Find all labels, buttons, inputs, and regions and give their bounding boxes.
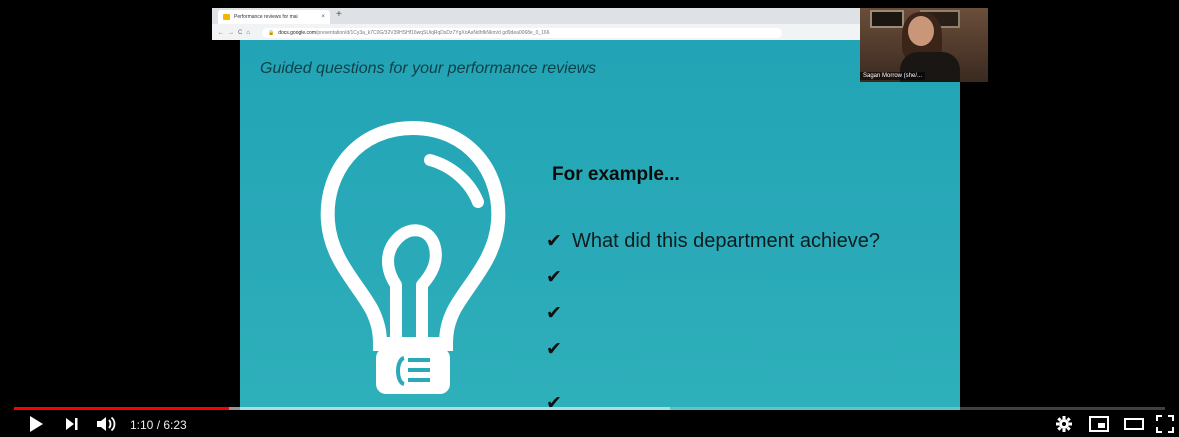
new-tab-icon: + xyxy=(336,9,342,20)
check-icon: ✔ xyxy=(546,339,562,360)
tab-close-icon: × xyxy=(321,14,325,20)
lock-icon: 🔒 xyxy=(267,29,275,36)
browser-window-chrome: Performance reviews for mai × + ←→C⌂ 🔒 d… xyxy=(212,8,860,40)
theater-mode-icon[interactable] xyxy=(1124,415,1144,433)
slides-favicon-icon xyxy=(223,14,230,20)
presentation-slide: Guided questions for your performance re… xyxy=(240,40,960,410)
question-item: What did this department achieve? xyxy=(572,230,880,252)
play-icon[interactable] xyxy=(28,415,44,433)
presenter-name: Sagan Morrow (she/... xyxy=(860,72,926,80)
miniplayer-icon[interactable] xyxy=(1089,415,1109,433)
next-icon[interactable] xyxy=(64,415,80,433)
video-player[interactable]: Performance reviews for mai × + ←→C⌂ 🔒 d… xyxy=(0,0,1179,437)
example-heading: For example... xyxy=(552,164,680,185)
wall-picture xyxy=(870,10,904,28)
address-domain: docs.google.com xyxy=(278,29,317,36)
fullscreen-icon[interactable] xyxy=(1156,415,1174,433)
check-icon: ✔ xyxy=(546,303,562,324)
time-display: 1:10 / 6:23 xyxy=(130,418,187,432)
tab-strip: Performance reviews for mai × + xyxy=(212,8,860,24)
tab-title: Performance reviews for mai xyxy=(234,14,298,20)
presenter-face xyxy=(908,16,934,46)
check-icon: ✔ xyxy=(546,231,562,252)
address-path: /presentation/d/1Cy3a_k7C0G/32V39HSHf16w… xyxy=(316,29,550,36)
address-bar: 🔒 docs.google.com /presentation/d/1Cy3a_… xyxy=(261,27,782,38)
lightbulb-icon xyxy=(320,120,506,394)
browser-nav-icons: ←→C⌂ xyxy=(218,29,254,36)
progress-played xyxy=(14,407,230,410)
volume-icon[interactable] xyxy=(96,415,118,433)
player-controls: 1:10 / 6:23 xyxy=(0,412,1179,437)
webcam-overlay: Sagan Morrow (she/... xyxy=(860,8,988,82)
browser-tab: Performance reviews for mai × xyxy=(218,10,330,24)
slide-title: Guided questions for your performance re… xyxy=(260,60,597,77)
progress-bar[interactable] xyxy=(14,407,1165,410)
check-icon: ✔ xyxy=(546,267,562,288)
settings-gear-icon[interactable] xyxy=(1055,415,1073,433)
address-row: ←→C⌂ 🔒 docs.google.com /presentation/d/1… xyxy=(212,25,860,40)
